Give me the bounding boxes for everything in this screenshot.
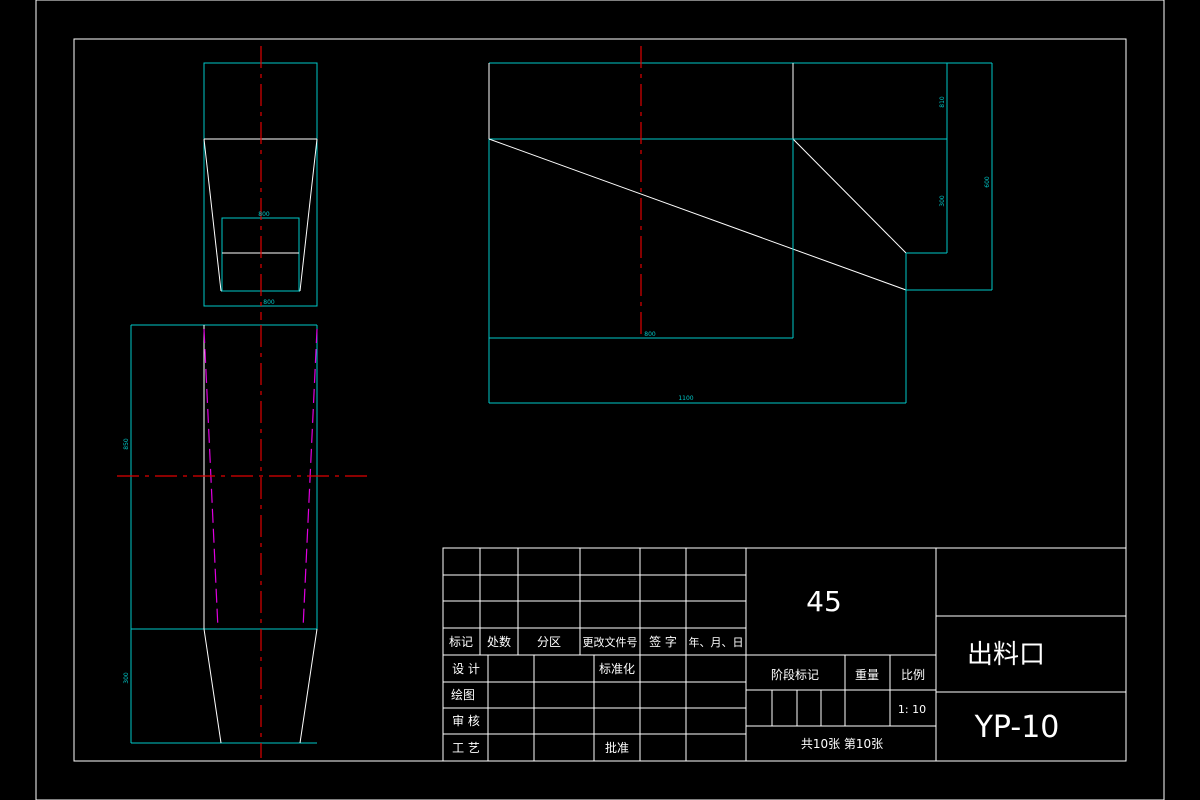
label-stage-mark: 阶段标记 [771,667,819,682]
header-zone: 分区 [537,635,561,649]
taper-left [203,138,222,292]
sheet-count: 共10张 第10张 [801,737,883,751]
dim-top-inner: 800 [258,211,270,218]
dim-top-outer: 800 [263,299,275,306]
outer-border [35,0,1165,800]
dim-front-lower: 300 [123,672,130,684]
hidden-line-left [203,328,219,630]
cad-drawing: 800 800 850 300 810 300 600 800 1100 标记 … [35,0,1165,800]
scale-value: 1: 10 [898,703,926,716]
label-process: 工 艺 [452,741,480,755]
side-diagonal-short [792,138,907,254]
front-taper-left [203,628,222,744]
hidden-line-right [302,328,318,630]
dim-front-upper: 850 [123,438,130,450]
front-taper-right [299,628,318,744]
header-sign: 签 字 [649,634,677,649]
label-design: 设 计 [452,662,480,676]
label-scale: 比例 [901,668,925,682]
dim-side-width-total: 1100 [678,395,693,402]
label-review: 审 核 [452,713,480,728]
header-change-doc: 更改文件号 [583,635,638,649]
header-mark: 标记 [449,635,473,649]
part-name: 出料口 [967,640,1045,670]
label-weight: 重量 [855,668,879,682]
header-count: 处数 [487,634,511,649]
title-block: 标记 处数 分区 更改文件号 签 字 年、月、日 设 计 标准化 绘图 审 核 … [442,547,1127,762]
drawing-number: YP-10 [974,710,1060,745]
header-date: 年、月、日 [689,635,744,649]
dim-side-mid: 300 [939,195,946,207]
dim-side-width-inner: 800 [644,331,656,338]
label-approve: 批准 [605,740,629,755]
dim-side-total: 600 [984,176,991,188]
taper-right [299,138,318,292]
front-view: 850 300 [117,324,368,758]
label-standardize: 标准化 [599,662,635,676]
top-view: 800 800 [203,46,318,320]
dim-side-small: 810 [939,96,946,108]
label-drawing: 绘图 [451,687,475,702]
material: 45 [806,585,842,618]
side-diagonal [488,138,907,291]
side-view: 810 300 600 800 1100 [488,46,993,404]
